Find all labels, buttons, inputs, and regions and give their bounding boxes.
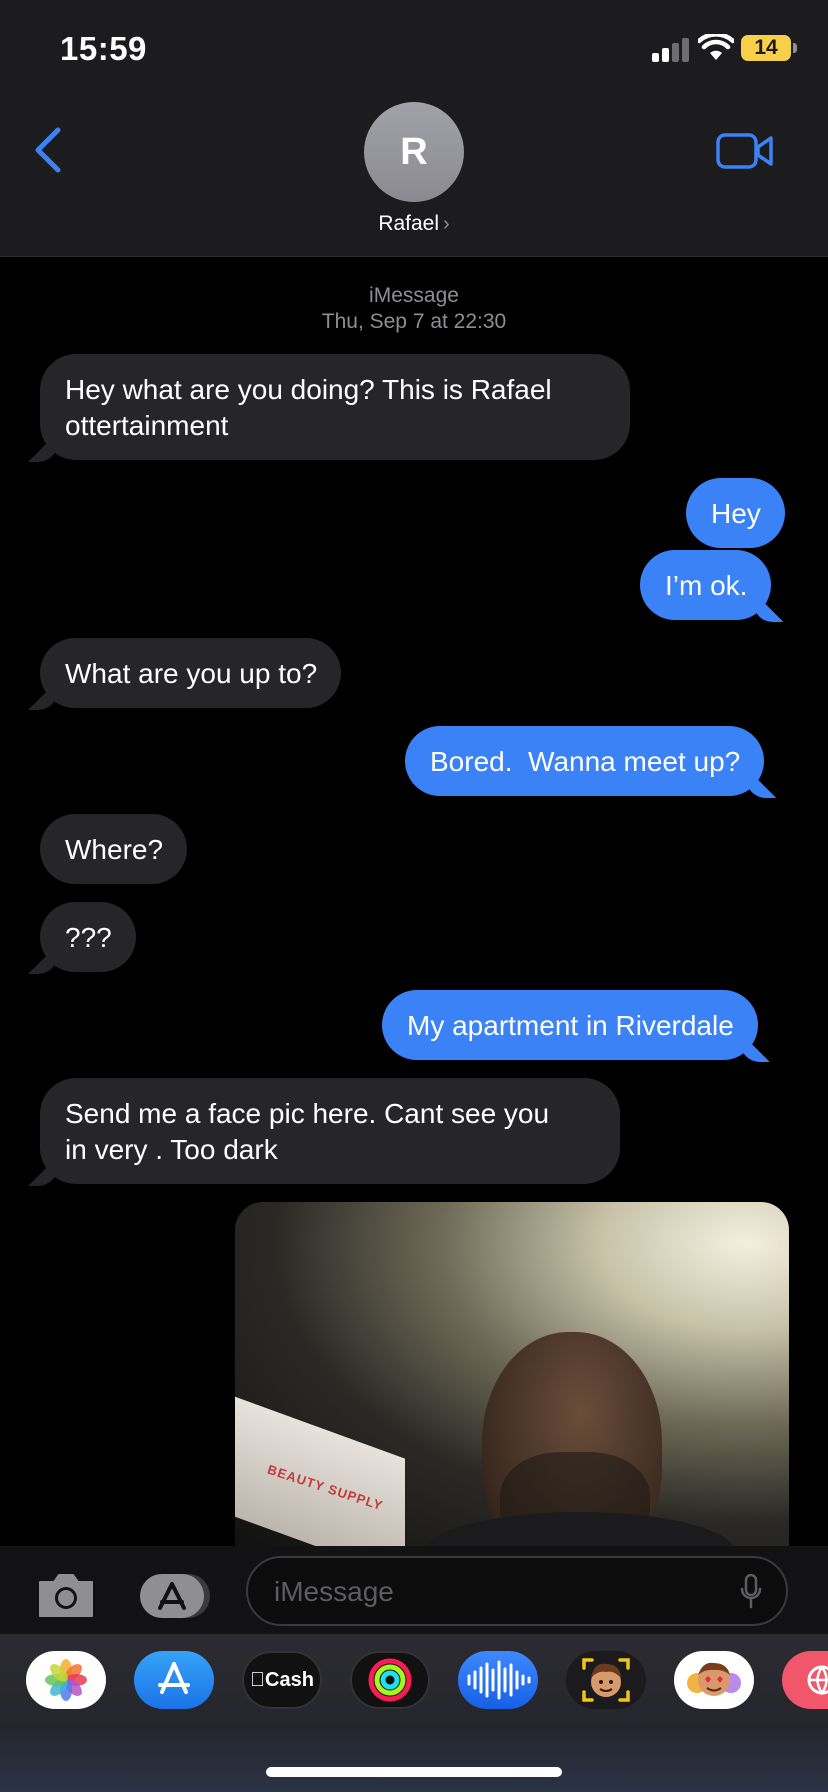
cash-label: Cash <box>257 1668 314 1691</box>
memoji-stickers-icon <box>687 1662 741 1696</box>
back-chevron-icon[interactable] <box>30 126 66 174</box>
activity-app[interactable] <box>350 1651 430 1709</box>
status-time: 15:59 <box>60 30 147 67</box>
battery-level: 14 <box>754 36 778 59</box>
web-images-app[interactable] <box>782 1651 828 1709</box>
store-sign <box>235 1389 405 1546</box>
message-input[interactable]: iMessage <box>246 1556 788 1626</box>
battery-indicator: 14 <box>741 35 797 61</box>
waveform-icon <box>467 1660 531 1700</box>
message-bubble-incoming[interactable]: What are you up to? <box>40 638 342 708</box>
photo-attachment[interactable]: BEAUTY SUPPLY <box>235 1202 789 1546</box>
cash-icon:  <box>250 1669 265 1692</box>
globe-icon <box>807 1665 828 1696</box>
service-label: iMessage <box>369 284 459 307</box>
message-bubble-outgoing[interactable]: Bored. Wanna meet up? <box>405 726 765 796</box>
photos-app[interactable] <box>26 1651 106 1709</box>
message-bubble-incoming[interactable]: Hey what are you doing? This is Rafael o… <box>40 354 630 460</box>
photos-icon <box>45 1659 87 1701</box>
message-timestamp: Thu, Sep 7 at 22:30 <box>321 310 507 333</box>
activity-rings-icon <box>368 1658 412 1702</box>
contact-avatar[interactable]: R <box>364 102 464 202</box>
contact-name-button[interactable]: Rafael › <box>0 212 828 236</box>
message-bubble-outgoing[interactable]: I’m ok. <box>640 550 772 620</box>
message-bubble-incoming[interactable]: Where? <box>40 814 188 884</box>
memoji-app[interactable] <box>566 1651 646 1709</box>
avatar-initial: R <box>400 130 428 173</box>
composer-bar: iMessage <box>0 1546 828 1634</box>
conversation-header: 15:59 14 R Rafael › <box>0 0 828 257</box>
microphone-icon[interactable] <box>740 1574 762 1610</box>
stickers-app[interactable] <box>674 1651 754 1709</box>
home-indicator[interactable] <box>266 1767 562 1777</box>
video-call-icon[interactable] <box>716 131 774 171</box>
audio-message-app[interactable] <box>458 1651 538 1709</box>
shoulder-in-photo <box>425 1512 735 1546</box>
cellular-signal-icon <box>652 36 690 62</box>
message-bubble-outgoing[interactable]: Hey <box>686 478 785 548</box>
app-store-icon <box>158 1662 190 1694</box>
chevron-right-icon: › <box>443 213 450 235</box>
apple-cash-app[interactable]: Cash <box>242 1651 322 1709</box>
camera-icon[interactable] <box>36 1572 96 1618</box>
message-input-placeholder: iMessage <box>274 1576 394 1607</box>
wifi-icon <box>698 34 734 60</box>
message-bubble-outgoing[interactable]: My apartment in Riverdale <box>382 990 758 1060</box>
memoji-icon <box>582 1658 630 1702</box>
message-bubble-incoming[interactable]: Send me a face pic here. Cant see you in… <box>40 1078 620 1184</box>
app-store-toggle-icon[interactable] <box>138 1572 212 1620</box>
contact-name: Rafael <box>378 212 440 235</box>
message-bubble-incoming[interactable]: ??? <box>40 902 136 972</box>
app-store-app[interactable] <box>134 1651 214 1709</box>
